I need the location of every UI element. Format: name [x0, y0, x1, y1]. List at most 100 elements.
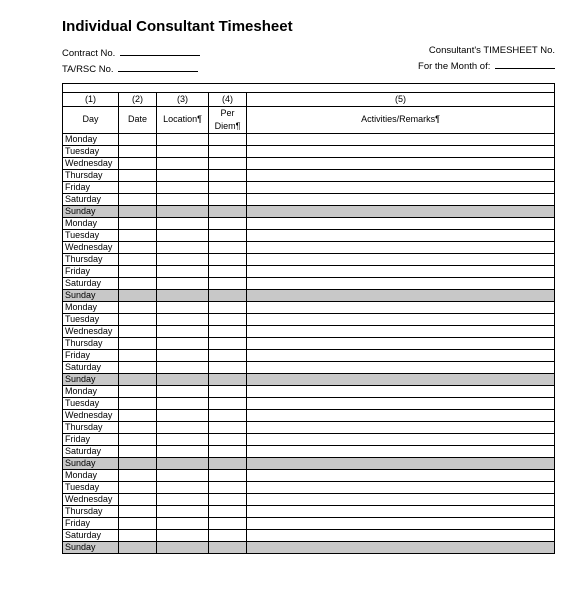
empty-cell: [209, 193, 247, 205]
empty-cell: [209, 433, 247, 445]
empty-cell: [209, 469, 247, 481]
empty-cell: [157, 373, 209, 385]
empty-cell: [119, 493, 157, 505]
empty-cell: [247, 433, 555, 445]
empty-cell: [157, 421, 209, 433]
day-cell: Monday: [63, 385, 119, 397]
table-row: Sunday: [63, 457, 555, 469]
day-cell: Tuesday: [63, 481, 119, 493]
empty-cell: [119, 361, 157, 373]
hdr-col3-num: (3): [157, 92, 209, 106]
timesheet-label: Consultant's TIMESHEET No.: [429, 45, 555, 56]
month-fill: [495, 58, 555, 69]
empty-cell: [157, 397, 209, 409]
table-row: Thursday: [63, 169, 555, 181]
empty-cell: [247, 241, 555, 253]
empty-cell: [247, 277, 555, 289]
day-cell: Friday: [63, 349, 119, 361]
table-row: Tuesday: [63, 313, 555, 325]
empty-cell: [247, 385, 555, 397]
empty-cell: [209, 217, 247, 229]
hdr-col4-num: (4): [209, 92, 247, 106]
empty-cell: [119, 337, 157, 349]
empty-cell: [209, 493, 247, 505]
empty-cell: [247, 409, 555, 421]
empty-cell: [209, 445, 247, 457]
empty-cell: [157, 469, 209, 481]
table-row: Saturday: [63, 193, 555, 205]
hdr-col5-lbl: Activities/Remarks¶: [247, 106, 555, 133]
table-row: Saturday: [63, 361, 555, 373]
empty-cell: [209, 169, 247, 181]
day-cell: Tuesday: [63, 313, 119, 325]
empty-cell: [157, 253, 209, 265]
table-row: Thursday: [63, 505, 555, 517]
day-cell: Monday: [63, 133, 119, 145]
day-cell: Wednesday: [63, 157, 119, 169]
contract-fill: [120, 45, 200, 56]
table-row: Saturday: [63, 445, 555, 457]
day-cell: Tuesday: [63, 397, 119, 409]
day-cell: Saturday: [63, 193, 119, 205]
empty-cell: [247, 457, 555, 469]
empty-cell: [247, 469, 555, 481]
empty-cell: [209, 481, 247, 493]
empty-cell: [247, 145, 555, 157]
empty-cell: [209, 265, 247, 277]
table-row: Wednesday: [63, 409, 555, 421]
empty-cell: [209, 541, 247, 553]
empty-cell: [119, 181, 157, 193]
empty-cell: [119, 265, 157, 277]
empty-cell: [247, 253, 555, 265]
day-cell: Sunday: [63, 373, 119, 385]
empty-cell: [119, 133, 157, 145]
empty-cell: [247, 133, 555, 145]
empty-cell: [119, 517, 157, 529]
day-cell: Monday: [63, 301, 119, 313]
table-row: Monday: [63, 469, 555, 481]
day-cell: Sunday: [63, 541, 119, 553]
empty-cell: [247, 505, 555, 517]
hdr-col4-lbl-a: Per: [209, 106, 247, 120]
empty-cell: [119, 457, 157, 469]
empty-cell: [209, 133, 247, 145]
table-row: Thursday: [63, 421, 555, 433]
empty-cell: [247, 373, 555, 385]
day-cell: Friday: [63, 433, 119, 445]
table-row: Saturday: [63, 529, 555, 541]
day-cell: Wednesday: [63, 325, 119, 337]
empty-cell: [119, 373, 157, 385]
empty-cell: [157, 241, 209, 253]
empty-cell: [247, 421, 555, 433]
empty-cell: [157, 313, 209, 325]
empty-cell: [157, 229, 209, 241]
table-row: Wednesday: [63, 241, 555, 253]
empty-cell: [157, 205, 209, 217]
empty-cell: [209, 181, 247, 193]
table-row: Monday: [63, 133, 555, 145]
empty-cell: [209, 457, 247, 469]
empty-cell: [119, 397, 157, 409]
empty-cell: [119, 217, 157, 229]
empty-cell: [157, 301, 209, 313]
empty-cell: [119, 277, 157, 289]
empty-cell: [157, 169, 209, 181]
table-row: Tuesday: [63, 481, 555, 493]
empty-cell: [209, 313, 247, 325]
day-cell: Tuesday: [63, 145, 119, 157]
empty-cell: [209, 337, 247, 349]
empty-cell: [119, 349, 157, 361]
day-cell: Thursday: [63, 253, 119, 265]
empty-cell: [247, 493, 555, 505]
empty-cell: [119, 289, 157, 301]
empty-cell: [157, 157, 209, 169]
table-row: Friday: [63, 181, 555, 193]
empty-cell: [157, 337, 209, 349]
empty-cell: [209, 289, 247, 301]
day-cell: Wednesday: [63, 409, 119, 421]
empty-cell: [119, 241, 157, 253]
empty-cell: [209, 229, 247, 241]
empty-cell: [157, 541, 209, 553]
empty-cell: [247, 337, 555, 349]
empty-cell: [247, 541, 555, 553]
